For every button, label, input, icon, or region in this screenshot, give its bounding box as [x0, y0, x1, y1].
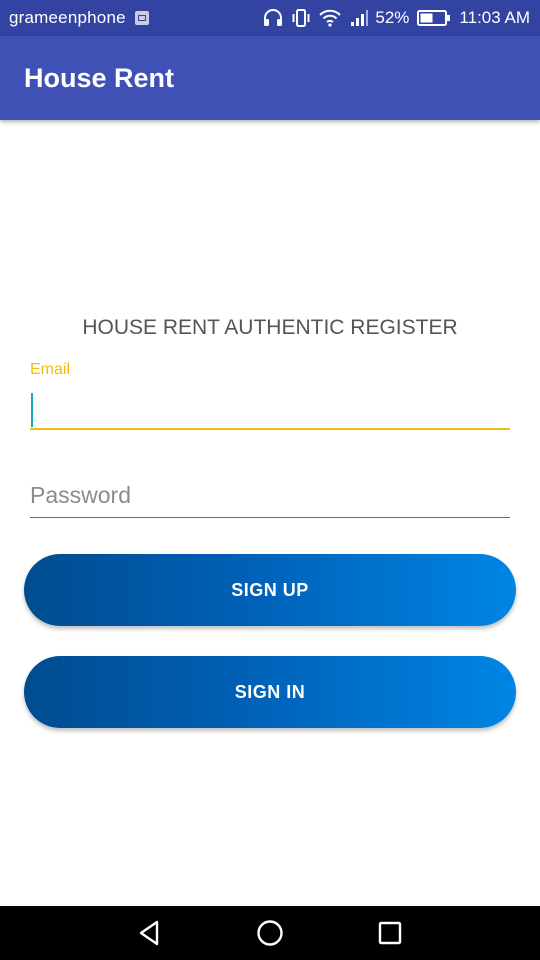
headphones-icon — [263, 9, 283, 27]
carrier-name: grameenphone — [9, 8, 126, 27]
password-input[interactable] — [30, 474, 510, 518]
home-icon[interactable] — [243, 906, 297, 960]
gallery-icon — [134, 11, 149, 25]
email-input[interactable] — [30, 388, 510, 430]
register-heading: HOUSE RENT AUTHENTIC REGISTER — [82, 316, 458, 339]
back-icon[interactable] — [123, 906, 177, 960]
vibrate-icon — [291, 9, 311, 27]
text-cursor — [31, 393, 33, 427]
app-bar: House Rent — [0, 36, 540, 120]
status-right: 52% 11:03 AM — [255, 8, 530, 28]
wifi-icon — [319, 9, 342, 27]
sign-in-button[interactable]: SIGN IN — [24, 656, 516, 728]
recent-apps-icon[interactable] — [363, 906, 417, 960]
navigation-bar — [0, 906, 540, 960]
clock: 11:03 AM — [459, 8, 530, 27]
battery-icon — [417, 9, 451, 27]
app-title: House Rent — [24, 62, 175, 93]
sign-up-button[interactable]: SIGN UP — [24, 554, 516, 626]
battery-percent: 52% — [375, 8, 410, 27]
signal-icon — [349, 9, 369, 27]
status-left: grameenphone — [9, 8, 149, 28]
status-bar: grameenphone 52% 11:03 AM — [0, 0, 540, 36]
email-label: Email — [30, 361, 71, 378]
